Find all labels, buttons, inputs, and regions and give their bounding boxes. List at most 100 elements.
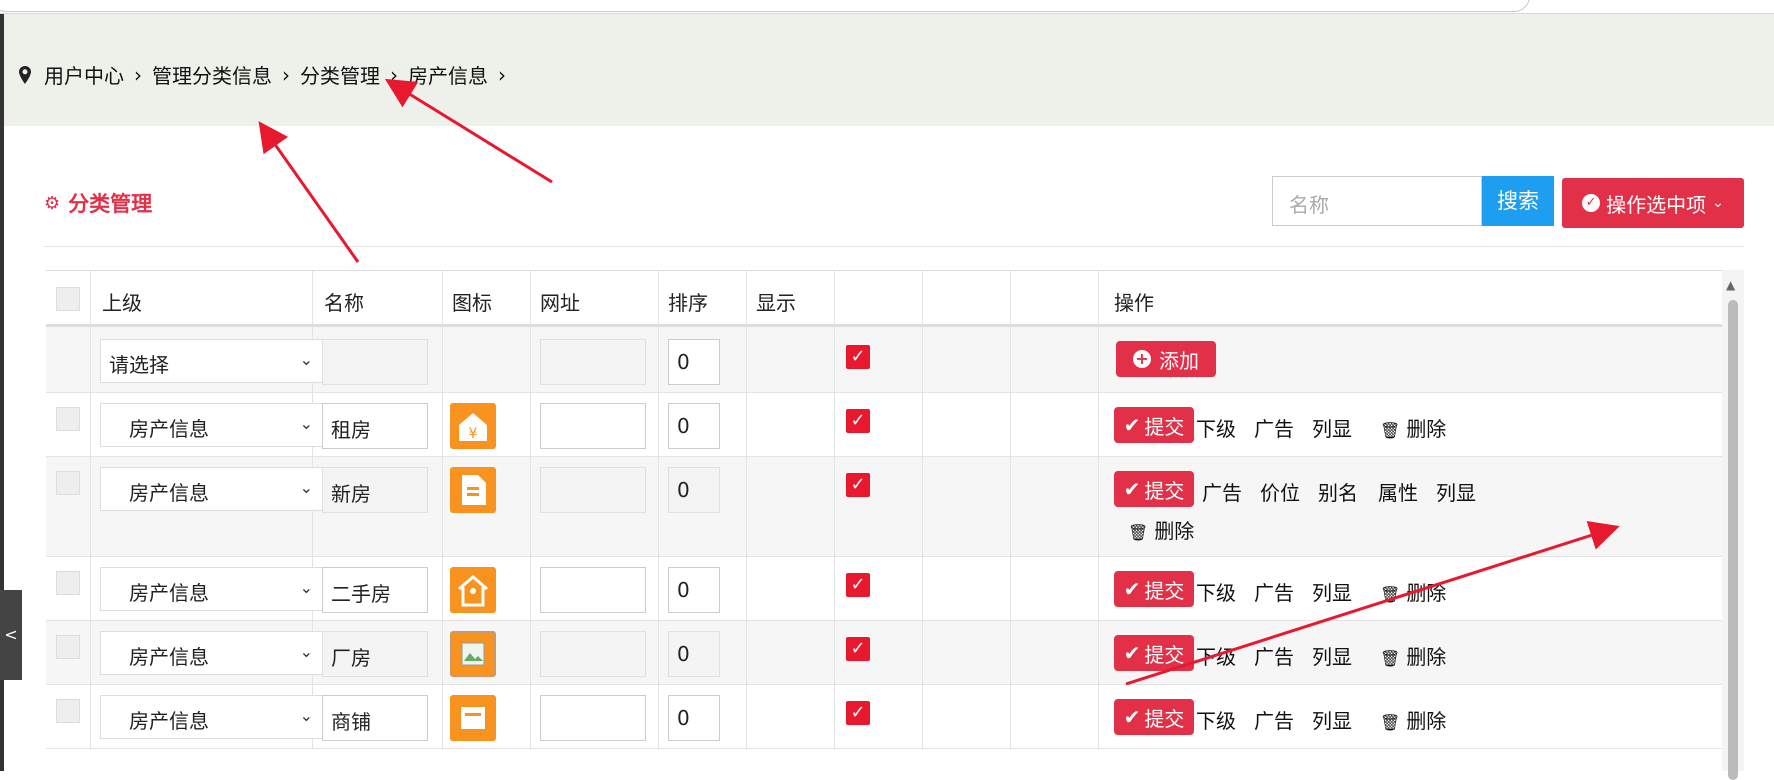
location-pin-icon xyxy=(19,65,31,84)
alias-link[interactable]: 别名 xyxy=(1318,477,1358,506)
name-input[interactable]: 新房 xyxy=(322,467,428,513)
order-input[interactable]: 0 xyxy=(668,339,720,385)
ads-link[interactable]: 广告 xyxy=(1254,641,1294,670)
column-display-link[interactable]: 列显 xyxy=(1312,577,1352,606)
header-icon: 图标 xyxy=(452,291,492,315)
url-input[interactable] xyxy=(540,339,646,385)
page-title-text: 分类管理 xyxy=(68,192,153,216)
column-display-link[interactable]: 列显 xyxy=(1312,413,1352,442)
shop-icon[interactable] xyxy=(450,695,496,741)
header-url: 网址 xyxy=(540,291,580,315)
delete-link[interactable]: 🗑 删除 xyxy=(1128,515,1194,544)
check-circle-icon: ✓ xyxy=(1582,194,1601,212)
check-icon: ✔ xyxy=(1123,641,1141,665)
show-checkbox[interactable]: ✓ xyxy=(846,637,870,661)
show-checkbox[interactable]: ✓ xyxy=(846,409,870,433)
submit-button[interactable]: ✔ 提交 xyxy=(1114,407,1194,443)
sub-level-link[interactable]: 下级 xyxy=(1196,413,1236,442)
ads-link[interactable]: 广告 xyxy=(1254,413,1294,442)
breadcrumb-item[interactable]: 房产信息 xyxy=(408,60,488,89)
address-bar[interactable] xyxy=(0,0,1530,12)
second-hand-house-icon[interactable] xyxy=(450,567,496,613)
delete-link[interactable]: 🗑 删除 xyxy=(1380,577,1446,606)
name-input[interactable]: 租房 xyxy=(322,403,428,449)
row-checkbox[interactable] xyxy=(56,635,80,659)
trash-icon: 🗑 xyxy=(1380,421,1401,440)
parent-select-value: 房产信息 xyxy=(129,645,209,669)
parent-select[interactable]: 房产信息 ⌄ xyxy=(100,631,324,675)
check-icon: ✔ xyxy=(1123,577,1141,601)
column-display-link[interactable]: 列显 xyxy=(1436,477,1476,506)
url-input[interactable] xyxy=(540,403,646,449)
delete-link[interactable]: 🗑 删除 xyxy=(1380,705,1446,734)
parent-select[interactable]: 房产信息 ⌄ xyxy=(100,467,324,511)
parent-select-value: 房产信息 xyxy=(129,417,209,441)
select-all-checkbox[interactable] xyxy=(56,287,80,311)
url-input[interactable] xyxy=(540,567,646,613)
breadcrumb-item[interactable]: 管理分类信息 xyxy=(152,60,272,89)
column-display-link[interactable]: 列显 xyxy=(1312,641,1352,670)
ads-link[interactable]: 广告 xyxy=(1202,477,1242,506)
delete-link[interactable]: 🗑 删除 xyxy=(1380,641,1446,670)
submit-button[interactable]: ✔ 提交 xyxy=(1114,571,1194,607)
gears-icon: ⚙ xyxy=(44,192,61,214)
name-input[interactable]: 商铺 xyxy=(322,695,428,741)
sub-level-link[interactable]: 下级 xyxy=(1196,577,1236,606)
order-input[interactable]: 0 xyxy=(668,467,720,513)
submit-button[interactable]: ✔ 提交 xyxy=(1114,471,1194,507)
submit-button[interactable]: ✔ 提交 xyxy=(1114,699,1194,735)
name-input[interactable]: 厂房 xyxy=(322,631,428,677)
breadcrumb-item[interactable]: 分类管理 xyxy=(300,60,380,89)
table-scrollbar[interactable]: ▲ xyxy=(1722,270,1744,780)
parent-select[interactable]: 请选择 ⌄ xyxy=(100,339,324,383)
price-link[interactable]: 价位 xyxy=(1260,477,1300,506)
ads-link[interactable]: 广告 xyxy=(1254,577,1294,606)
parent-select-value: 房产信息 xyxy=(129,709,209,733)
rent-house-icon[interactable]: ¥ xyxy=(450,403,496,449)
ads-link[interactable]: 广告 xyxy=(1254,705,1294,734)
search-button[interactable]: 搜索 xyxy=(1482,176,1554,226)
order-input[interactable]: 0 xyxy=(668,631,720,677)
attributes-link[interactable]: 属性 xyxy=(1378,477,1418,506)
sub-level-link[interactable]: 下级 xyxy=(1196,705,1236,734)
search-input[interactable]: 名称 xyxy=(1272,176,1482,226)
url-input[interactable] xyxy=(540,695,646,741)
order-input[interactable]: 0 xyxy=(668,403,720,449)
show-checkbox[interactable]: ✓ xyxy=(846,701,870,725)
header-order: 排序 xyxy=(668,291,708,315)
submit-button[interactable]: ✔ 提交 xyxy=(1114,635,1194,671)
batch-operation-button[interactable]: ✓ 操作选中项 ⌄ xyxy=(1562,178,1744,228)
scrollbar-thumb[interactable] xyxy=(1728,300,1738,780)
column-display-link[interactable]: 列显 xyxy=(1312,705,1352,734)
show-checkbox[interactable]: ✓ xyxy=(846,473,870,497)
order-input[interactable]: 0 xyxy=(668,695,720,741)
collapse-sidebar-handle[interactable]: < xyxy=(0,590,22,680)
row-checkbox[interactable] xyxy=(56,699,80,723)
url-input[interactable] xyxy=(540,631,646,677)
table-header: 上级 名称 图标 网址 排序 显示 操作 xyxy=(46,271,1726,327)
order-input[interactable]: 0 xyxy=(668,567,720,613)
row-checkbox[interactable] xyxy=(56,471,80,495)
parent-select-value: 房产信息 xyxy=(129,581,209,605)
url-input[interactable] xyxy=(540,467,646,513)
add-label: 添加 xyxy=(1159,348,1199,373)
table-row: 房产信息 ⌄ 租房 ¥ 0 ✓ ✔ 提交 下级 广告 列显 🗑 删除 xyxy=(46,393,1726,457)
breadcrumb-item[interactable]: 用户中心 xyxy=(44,60,124,89)
parent-select[interactable]: 房产信息 ⌄ xyxy=(100,403,324,447)
parent-select[interactable]: 房产信息 ⌄ xyxy=(100,695,324,739)
show-checkbox[interactable]: ✓ xyxy=(846,345,870,369)
add-button[interactable]: + 添加 xyxy=(1116,341,1216,377)
broken-image-icon[interactable] xyxy=(450,631,496,677)
trash-icon: 🗑 xyxy=(1380,713,1401,732)
parent-select[interactable]: 房产信息 ⌄ xyxy=(100,567,324,611)
delete-label: 删除 xyxy=(1154,519,1195,543)
scroll-up-icon[interactable]: ▲ xyxy=(1726,278,1735,292)
delete-link[interactable]: 🗑 删除 xyxy=(1380,413,1446,442)
show-checkbox[interactable]: ✓ xyxy=(846,573,870,597)
name-input[interactable] xyxy=(322,339,428,385)
row-checkbox[interactable] xyxy=(56,407,80,431)
name-input[interactable]: 二手房 xyxy=(322,567,428,613)
row-checkbox[interactable] xyxy=(56,571,80,595)
new-house-doc-icon[interactable] xyxy=(450,467,496,513)
sub-level-link[interactable]: 下级 xyxy=(1196,641,1236,670)
